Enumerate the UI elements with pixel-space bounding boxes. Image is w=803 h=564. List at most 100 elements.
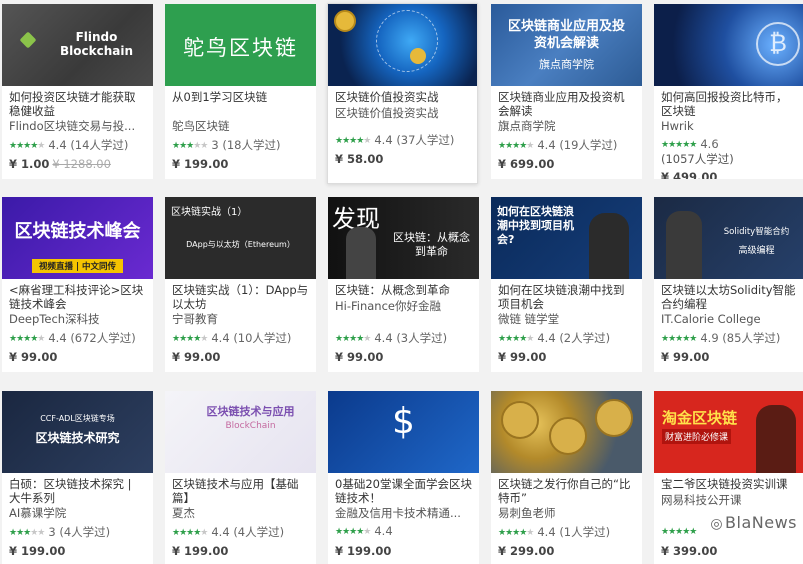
thumbnail-title: 区块链技术与应用: [206, 405, 295, 418]
rating-stars-icon: ★★★★★: [9, 141, 45, 151]
course-price: ¥ 399.00: [661, 544, 718, 558]
course-card[interactable]: 发现 区块链：从概念到革命 区块链：从概念到革命 Hi-Finance你好金融 …: [328, 197, 479, 372]
course-title[interactable]: 如何投资区块链才能获取稳健收益: [9, 91, 146, 118]
course-title[interactable]: 区块链价值投资实战: [335, 91, 470, 105]
course-author[interactable]: 金融及信用卡技术精通...: [335, 506, 472, 520]
course-thumbnail[interactable]: 发现 区块链：从概念到革命: [328, 197, 479, 279]
course-title[interactable]: 区块链技术与应用【基础篇】: [172, 478, 309, 505]
course-author[interactable]: IT.Calorie College: [661, 312, 798, 326]
course-author[interactable]: DeepTech深科技: [9, 312, 146, 326]
course-rating: ★★★★★ 4.4 (19人学过): [498, 138, 618, 152]
rating-stars-icon: ★★★★★: [172, 141, 208, 151]
rating-stars-icon: ★★★★★: [498, 141, 534, 151]
course-card[interactable]: 区块链技术峰会 视频直播 | 中文同传 <麻省理工科技评论>区块链技术峰会 De…: [2, 197, 153, 372]
course-price: ¥ 99.00: [172, 350, 221, 364]
course-title[interactable]: 区块链以太坊Solidity智能合约编程: [661, 284, 798, 311]
course-price: ¥ 199.00: [335, 544, 392, 558]
thumbnail-subtitle: 视频直播 | 中文同传: [32, 259, 123, 273]
thumbnail-subtitle: 区块链：从概念到革命: [393, 231, 470, 258]
course-thumbnail[interactable]: Solidity智能合约 高级编程: [654, 197, 803, 279]
course-rating: ★★★★★ 4.4 (10人学过): [172, 331, 292, 345]
course-title[interactable]: 白硕：区块链技术探究 | 大牛系列: [9, 478, 146, 505]
course-rating: ★★★★★ 4.4 (672人学过): [9, 331, 136, 345]
course-price: ¥ 299.00: [498, 544, 555, 558]
course-card[interactable]: 区块链商业应用及投资机会解读 旗点商学院 区块链商业应用及投资机会解读 旗点商学…: [491, 4, 642, 179]
course-author[interactable]: AI慕课学院: [9, 506, 146, 520]
course-card[interactable]: CCF-ADL区块链专场 区块链技术研究 白硕：区块链技术探究 | 大牛系列 A…: [2, 391, 153, 564]
course-author[interactable]: 区块链价值投资实战: [335, 106, 470, 120]
course-title[interactable]: 区块链之发行你自己的“比特币”: [498, 478, 635, 505]
course-price: ¥ 699.00: [498, 157, 555, 171]
original-price: ¥ 1288.00: [52, 157, 111, 171]
course-card[interactable]: 区块链之发行你自己的“比特币” 易刺鱼老师 ★★★★★ 4.4 (1人学过) ¥ …: [491, 391, 642, 564]
rating-stars-icon: ★★★★★: [172, 334, 208, 344]
course-card[interactable]: Solidity智能合约 高级编程 区块链以太坊Solidity智能合约编程 I…: [654, 197, 803, 372]
course-thumbnail[interactable]: 区块链技术峰会 视频直播 | 中文同传: [2, 197, 153, 279]
course-thumbnail[interactable]: [491, 391, 642, 473]
course-author[interactable]: 鸵鸟区块链: [172, 119, 309, 133]
course-author[interactable]: 易刺鱼老师: [498, 506, 635, 520]
course-title[interactable]: 宝二爷区块链投资实训课: [661, 478, 798, 492]
course-thumbnail[interactable]: [328, 4, 477, 86]
course-thumbnail[interactable]: 如何在区块链浪潮中找到项目机会?: [491, 197, 642, 279]
course-author[interactable]: 宁哥教育: [172, 312, 309, 326]
course-thumbnail[interactable]: Flindo Blockchain: [2, 4, 153, 86]
course-thumbnail[interactable]: CCF-ADL区块链专场 区块链技术研究: [2, 391, 153, 473]
course-card[interactable]: 淘金区块链 财富进阶必修课 宝二爷区块链投资实训课 网易科技公开课 ★★★★★ …: [654, 391, 803, 564]
course-title[interactable]: 从0到1学习区块链: [172, 91, 309, 118]
watermark: ◎ BlaNews: [710, 513, 797, 532]
course-rating: ★★★★★ 4.6: [661, 137, 719, 151]
bitcoin-icon: ₿: [756, 22, 800, 66]
rating-stars-icon: ★★★★★: [498, 528, 534, 538]
rating-stars-icon: ★★★★★: [335, 136, 371, 146]
thumbnail-subtitle: BlockChain: [225, 421, 276, 431]
coin-icon: [334, 10, 356, 32]
course-card[interactable]: Flindo Blockchain 如何投资区块链才能获取稳健收益 Flindo…: [2, 4, 153, 179]
course-thumbnail[interactable]: 淘金区块链 财富进阶必修课: [654, 391, 803, 473]
course-author[interactable]: 网易科技公开课: [661, 493, 798, 507]
thumbnail-subtitle: CCF-ADL区块链专场: [40, 414, 115, 423]
course-rating: ★★★★★ 4.4 (1人学过): [498, 525, 611, 539]
course-thumbnail[interactable]: ₿: [654, 4, 803, 86]
rating-stars-icon: ★★★★★: [661, 527, 697, 537]
course-title[interactable]: 0基础20堂课全面学会区块链技术！: [335, 478, 472, 505]
course-title[interactable]: <麻省理工科技评论>区块链技术峰会: [9, 284, 146, 311]
course-title[interactable]: 如何高回报投资比特币，区块链: [661, 91, 798, 118]
course-rating: ★★★★★ 3 (18人学过): [172, 138, 281, 152]
course-author[interactable]: 旗点商学院: [498, 119, 635, 133]
course-author[interactable]: Hi-Finance你好金融: [335, 299, 472, 313]
course-thumbnail[interactable]: 区块链技术与应用 BlockChain: [165, 391, 316, 473]
course-title[interactable]: 区块链实战（1）：DApp与以太坊: [172, 284, 309, 311]
course-price: ¥ 199.00: [172, 157, 229, 171]
course-thumbnail[interactable]: 鸵鸟区块链: [165, 4, 316, 86]
thumbnail-title: 淘金区块链: [662, 409, 738, 427]
course-title[interactable]: 如何在区块链浪潮中找到项目机会: [498, 284, 635, 311]
course-author[interactable]: Flindo区块链交易与投...: [9, 119, 146, 133]
thumbnail-subtitle: 财富进阶必修课: [662, 429, 732, 444]
course-card[interactable]: 区块链实战（1） DApp与以太坊（Ethereum） 区块链实战（1）：DAp…: [165, 197, 316, 372]
course-card[interactable]: 区块链技术与应用 BlockChain 区块链技术与应用【基础篇】 夏杰 ★★★…: [165, 391, 316, 564]
course-rating: ★★★★★ 4.4 (2人学过): [498, 331, 611, 345]
rating-stars-icon: ★★★★★: [661, 334, 697, 344]
course-card[interactable]: 区块链价值投资实战 区块链价值投资实战 ★★★★★ 4.4 (37人学过) ¥ 5…: [327, 3, 478, 184]
course-title[interactable]: 区块链：从概念到革命: [335, 284, 472, 298]
course-thumbnail[interactable]: 区块链商业应用及投资机会解读 旗点商学院: [491, 4, 642, 86]
course-card[interactable]: 如何在区块链浪潮中找到项目机会? 如何在区块链浪潮中找到项目机会 微链 链学堂 …: [491, 197, 642, 372]
course-card[interactable]: ₿ 如何高回报投资比特币，区块链 Hwrik ★★★★★ 4.6 (1057人学过…: [654, 4, 803, 179]
thumbnail-title: 区块链实战（1）: [171, 207, 248, 218]
course-card[interactable]: 鸵鸟区块链 从0到1学习区块链 鸵鸟区块链 ★★★★★ 3 (18人学过) ¥ 1…: [165, 4, 316, 179]
course-author[interactable]: Hwrik: [661, 119, 798, 133]
course-thumbnail[interactable]: 区块链实战（1） DApp与以太坊（Ethereum）: [165, 197, 316, 279]
course-card[interactable]: $ 0基础20堂课全面学会区块链技术！ 金融及信用卡技术精通... ★★★★★ 4…: [328, 391, 479, 564]
speaker-photo: [756, 405, 796, 473]
rating-stars-icon: ★★★★★: [498, 334, 534, 344]
course-title[interactable]: 区块链商业应用及投资机会解读: [498, 91, 635, 118]
course-author[interactable]: 夏杰: [172, 506, 309, 520]
coin-icon: [549, 417, 587, 455]
course-rating: ★★★★★ 3 (4人学过): [9, 525, 111, 539]
course-thumbnail[interactable]: $: [328, 391, 479, 473]
rating-stars-icon: ★★★★★: [9, 334, 45, 344]
course-author[interactable]: 微链 链学堂: [498, 312, 635, 326]
course-price: ¥ 1.00 ¥ 1288.00: [9, 157, 111, 171]
thumbnail-title: 区块链商业应用及投资机会解读: [507, 19, 625, 51]
